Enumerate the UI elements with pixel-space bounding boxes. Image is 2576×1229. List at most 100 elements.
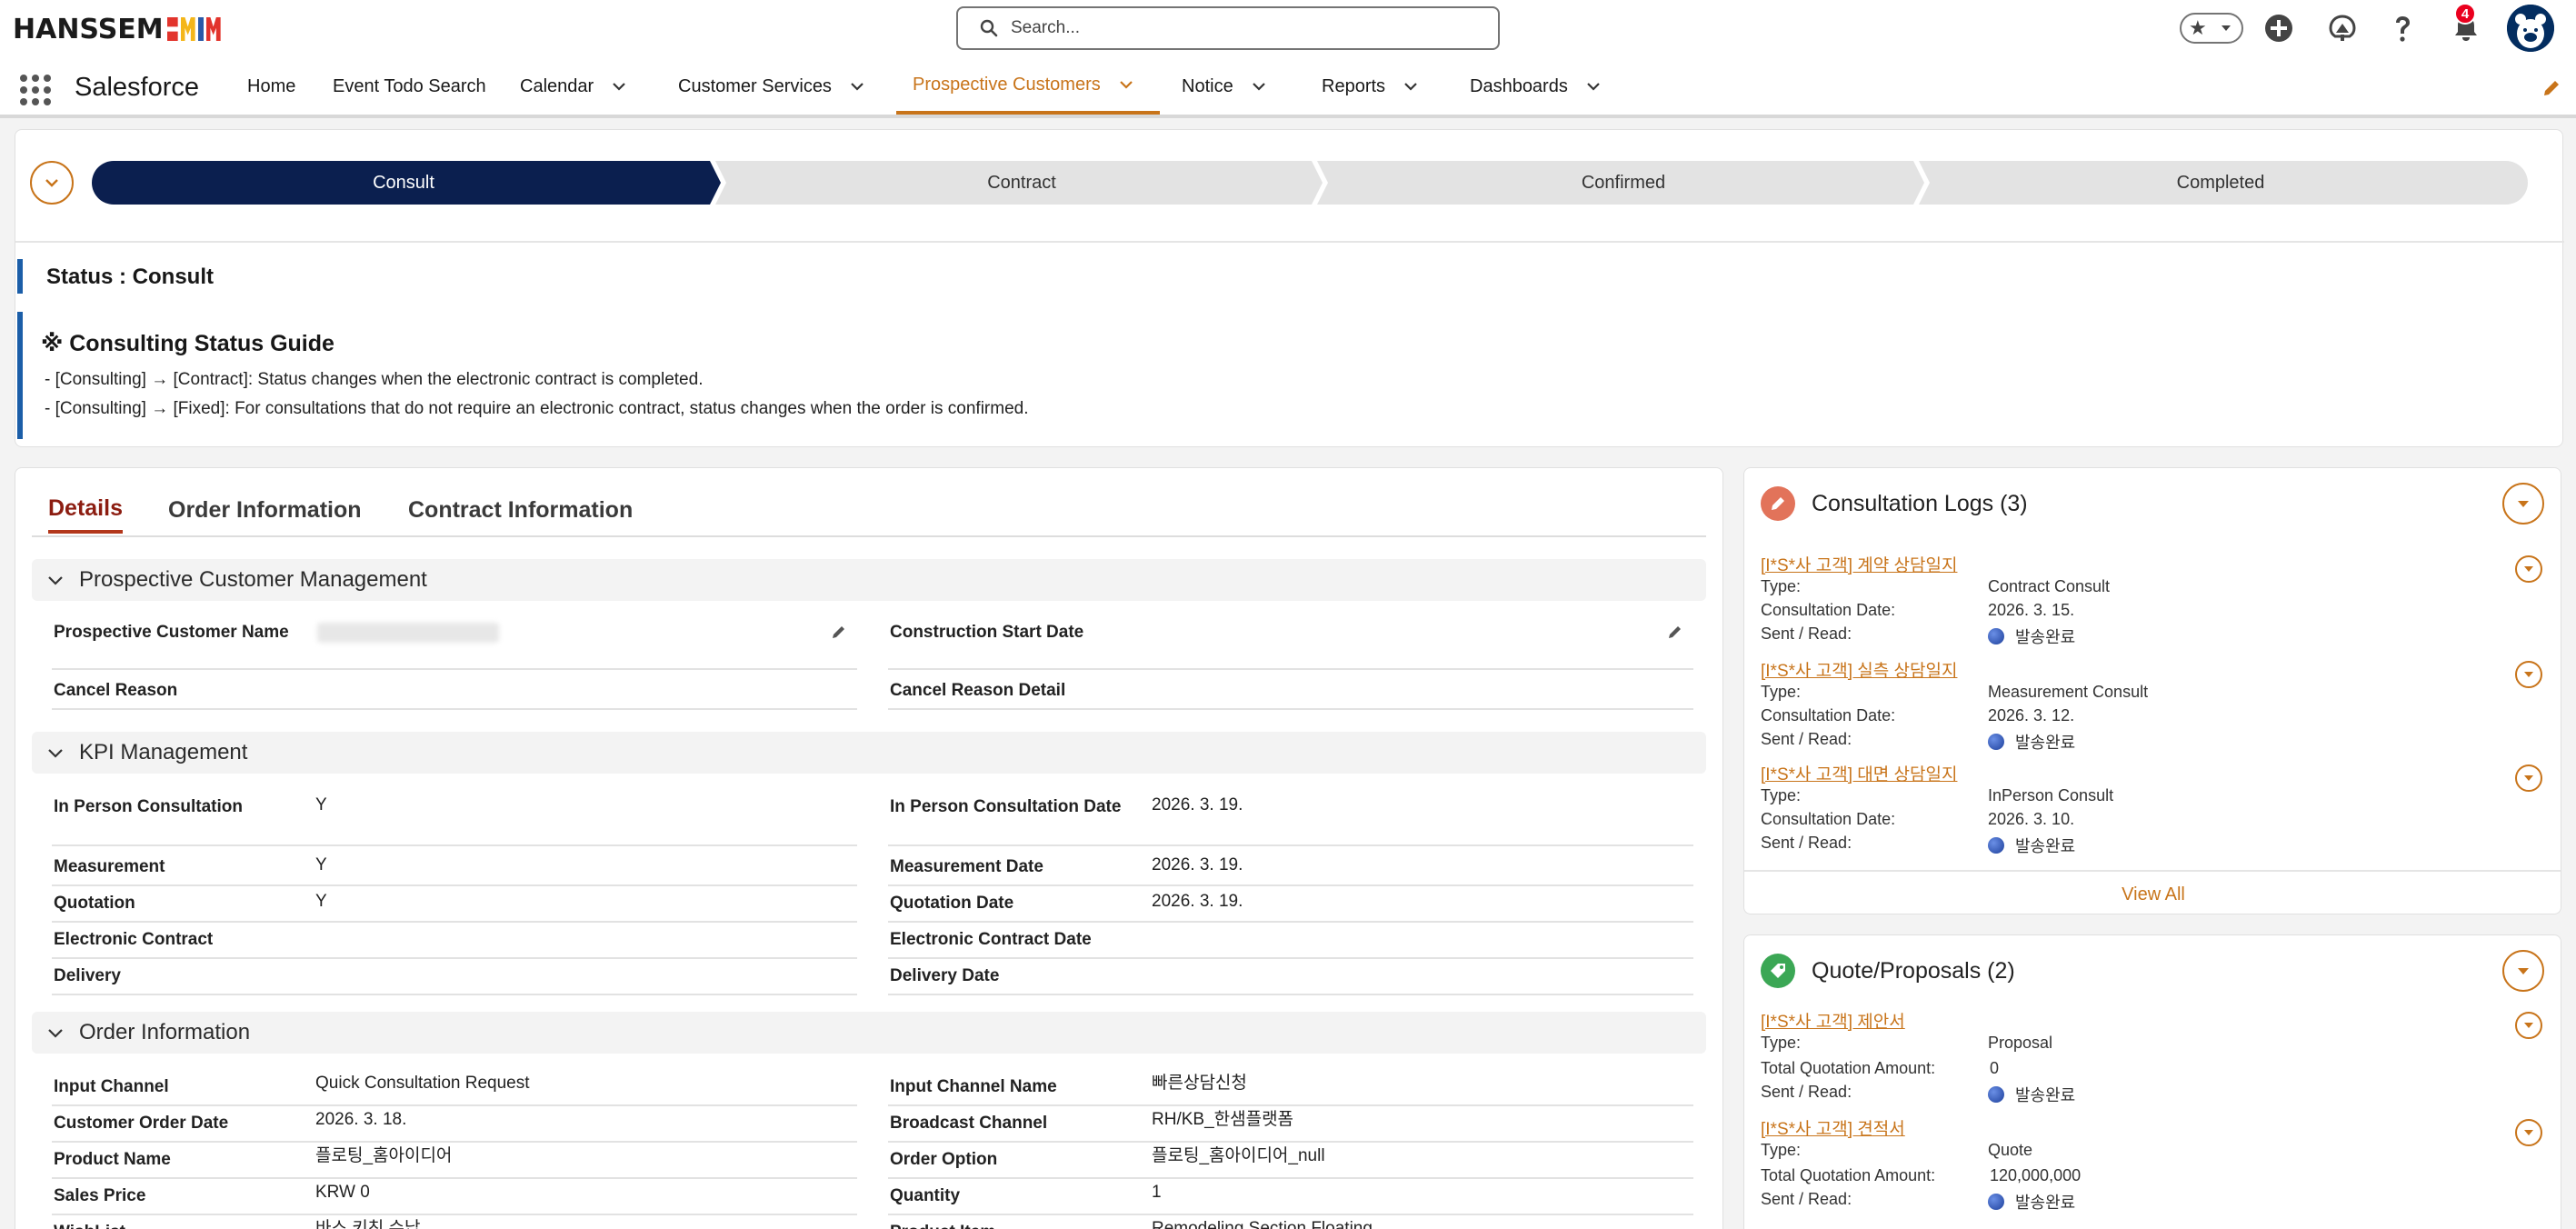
chevron-down-icon[interactable]	[848, 77, 866, 95]
sent-status-icon	[1988, 1194, 2004, 1210]
field-quantity: Quantity 1	[888, 1183, 1693, 1215]
global-search[interactable]	[956, 6, 1500, 50]
field-value: Y	[315, 795, 327, 814]
record-details-card: Details Order Information Contract Infor…	[15, 467, 1723, 1229]
user-avatar[interactable]	[2507, 5, 2554, 52]
quote-proposals-menu-button[interactable]	[2502, 950, 2544, 992]
tab-details[interactable]: Details	[48, 486, 123, 534]
path-stage-confirmed[interactable]: Confirmed	[1328, 161, 1919, 205]
field-product-name: Product Name 플로팅_홈아이디어	[52, 1146, 857, 1179]
quote-link[interactable]: [I*S*사 고객] 견적서	[1761, 1115, 1905, 1140]
field-prospective-customer-name: Prospective Customer Name	[52, 619, 857, 670]
chevron-down-icon[interactable]	[610, 77, 628, 95]
path-stage-consult[interactable]: Consult	[92, 161, 715, 205]
consultation-logs-card: Consultation Logs (3) [I*S*사 고객] 계약 상담일지…	[1743, 467, 2561, 914]
quote-field-value: Quote	[1988, 1141, 2033, 1159]
consultation-log-item: [I*S*사 고객] 대면 상담일지 Type: InPerson Consul…	[1761, 761, 2542, 861]
pencil-icon[interactable]	[1666, 623, 1684, 641]
edit-nav-pencil-icon[interactable]	[2541, 78, 2561, 98]
field-label: In Person Consultation	[54, 797, 243, 816]
path-stage-completed[interactable]: Completed	[1930, 161, 2511, 205]
chevron-down-icon	[48, 1029, 63, 1038]
field-order-option: Order Option 플로팅_홈아이디어_null	[888, 1146, 1693, 1179]
field-value: 빠른상담신청	[1152, 1074, 1247, 1093]
consultation-logs-header[interactable]: Consultation Logs (3)	[1761, 485, 2028, 523]
section-title: Order Information	[79, 1020, 251, 1044]
chevron-down-icon[interactable]	[1402, 77, 1420, 95]
field-value: 2026. 3. 19.	[1152, 855, 1243, 874]
global-actions-button[interactable]	[2261, 11, 2296, 45]
consultation-log-link[interactable]: [I*S*사 고객] 실측 상담일지	[1761, 657, 1957, 682]
nav-item-reports[interactable]: Reports	[1322, 58, 1420, 115]
quote-link[interactable]: [I*S*사 고객] 제안서	[1761, 1008, 1905, 1033]
chevron-down-icon[interactable]	[1250, 77, 1268, 95]
field-label: Quantity	[890, 1186, 961, 1205]
nav-item-calendar[interactable]: Calendar	[520, 58, 628, 115]
consultation-log-link[interactable]: [I*S*사 고객] 대면 상담일지	[1761, 761, 1957, 785]
nav-item-dashboards[interactable]: Dashboards	[1470, 58, 1603, 115]
log-item-menu-button[interactable]	[2515, 661, 2542, 688]
chevron-down-icon[interactable]	[1117, 75, 1135, 94]
field-value: Y	[315, 855, 327, 874]
quote-proposals-header[interactable]: Quote/Proposals (2)	[1761, 952, 2015, 990]
pencil-icon[interactable]	[830, 623, 848, 641]
quote-item-menu-button[interactable]	[2515, 1119, 2542, 1146]
section-prospective-customer-management[interactable]: Prospective Customer Management	[32, 559, 1706, 601]
field-delivery-date: Delivery Date	[888, 963, 1693, 995]
hanssem-logo[interactable]: HANSSEM	[13, 11, 221, 47]
quote-field-value: 0	[1990, 1059, 2000, 1077]
section-kpi-management[interactable]: KPI Management	[32, 732, 1706, 774]
nav-item-notice[interactable]: Notice	[1182, 58, 1268, 115]
field-label: Delivery Date	[890, 966, 1000, 985]
nav-item-event-todo-search[interactable]: Event Todo Search	[333, 58, 486, 115]
consultation-logs-menu-button[interactable]	[2502, 483, 2544, 525]
path-toggle-button[interactable]	[30, 161, 74, 205]
chevron-down-icon	[45, 179, 58, 187]
section-title: KPI Management	[79, 740, 248, 764]
notification-count-badge: 4	[2454, 3, 2476, 25]
chevron-down-icon	[2524, 566, 2533, 572]
app-launcher-icon[interactable]	[20, 75, 51, 105]
help-button[interactable]	[2385, 11, 2420, 45]
field-value: KRW 0	[315, 1183, 370, 1202]
view-all-link[interactable]: View All	[1744, 884, 2561, 905]
log-field-value: 발송완료	[2015, 628, 2076, 646]
trailhead-button[interactable]	[2325, 11, 2360, 45]
nav-item-label: Dashboards	[1470, 75, 1568, 96]
field-label: Construction Start Date	[890, 623, 1084, 642]
field-label: Cancel Reason	[54, 681, 178, 700]
nav-item-customer-services[interactable]: Customer Services	[678, 58, 866, 115]
guide-accent-bar	[17, 312, 23, 439]
field-product-item: Product Item Remodeling Section Floating	[888, 1219, 1693, 1229]
search-input[interactable]	[1011, 18, 1465, 38]
nav-item-prospective-customers[interactable]: Prospective Customers	[896, 58, 1160, 115]
quote-field-value: 발송완료	[2015, 1086, 2076, 1104]
nav-item-label: Customer Services	[678, 75, 832, 96]
consultation-log-item: [I*S*사 고객] 계약 상담일지 Type: Contract Consul…	[1761, 552, 2542, 652]
field-value: 2026. 3. 19.	[1152, 795, 1243, 814]
log-field-label: Sent / Read:	[1761, 730, 1852, 748]
chevron-down-icon[interactable]	[1584, 77, 1603, 95]
quote-item: [I*S*사 고객] 제안서 Type: Proposal Total Quot…	[1761, 1008, 2542, 1108]
sent-status-icon	[1988, 1086, 2004, 1103]
section-order-information[interactable]: Order Information	[32, 1012, 1706, 1054]
tab-order-information[interactable]: Order Information	[168, 486, 362, 534]
field-construction-start-date: Construction Start Date	[888, 619, 1693, 670]
log-field-value: 2026. 3. 10.	[1988, 810, 2075, 828]
quote-item-menu-button[interactable]	[2515, 1012, 2542, 1039]
field-sales-price: Sales Price KRW 0	[52, 1183, 857, 1215]
path-stage-contract[interactable]: Contract	[726, 161, 1317, 205]
log-item-menu-button[interactable]	[2515, 764, 2542, 792]
tab-contract-information[interactable]: Contract Information	[408, 486, 633, 534]
quote-tag-icon	[1761, 954, 1795, 988]
field-measurement: Measurement Y	[52, 854, 857, 886]
field-value: 1	[1152, 1183, 1162, 1202]
nav-item-home[interactable]: Home	[247, 58, 295, 115]
consultation-log-link[interactable]: [I*S*사 고객] 계약 상담일지	[1761, 552, 1957, 576]
log-field-label: Type:	[1761, 683, 1802, 701]
consultation-logs-title: Consultation Logs (3)	[1812, 490, 2028, 516]
chevron-down-icon[interactable]	[2220, 22, 2232, 35]
field-value: 플로팅_홈아이디어_null	[1152, 1146, 1325, 1165]
favorites-button[interactable]: ★	[2180, 13, 2243, 44]
log-item-menu-button[interactable]	[2515, 555, 2542, 583]
